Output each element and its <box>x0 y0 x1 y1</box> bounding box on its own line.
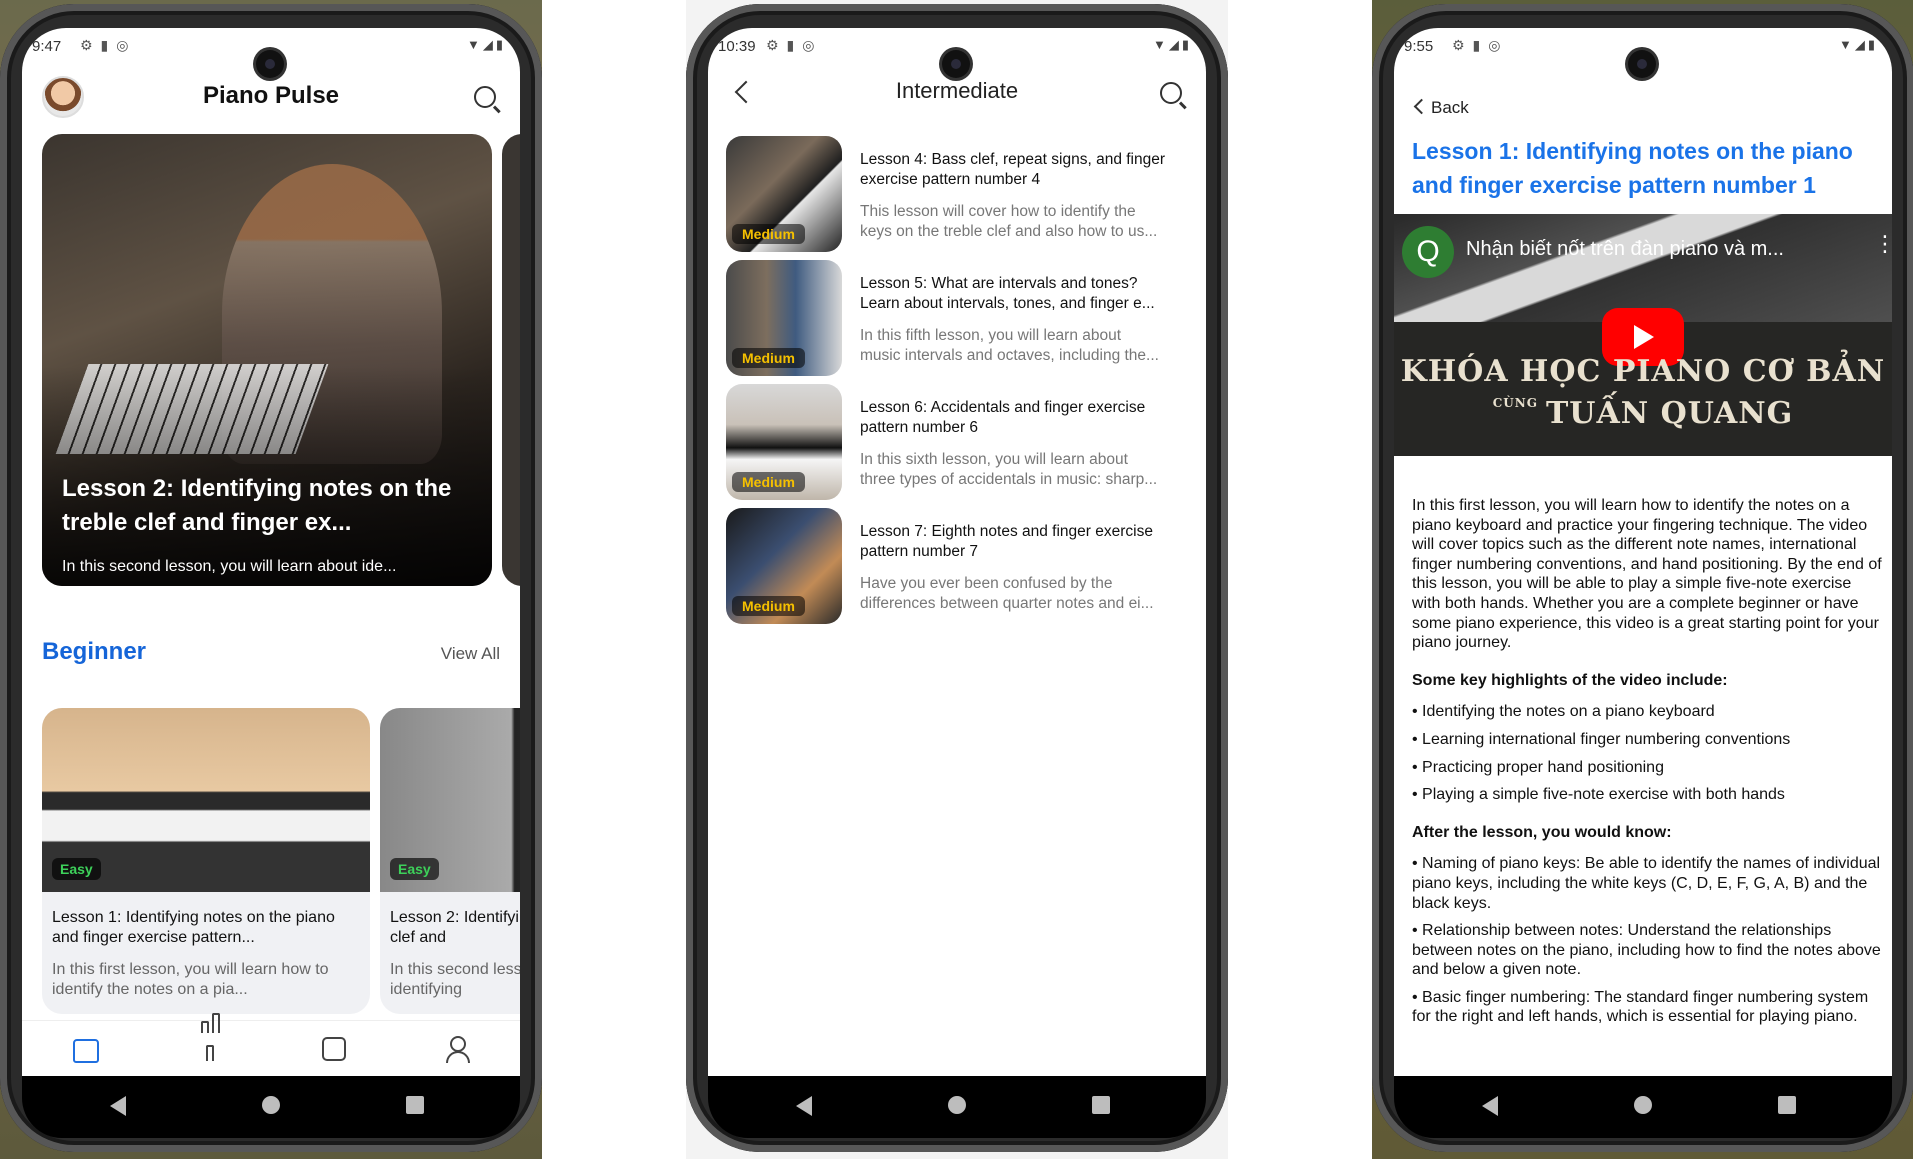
lesson-title: Lesson 7: Eighth notes and finger exerci… <box>860 523 1153 560</box>
lesson-thumbnail: Medium <box>726 260 842 376</box>
tab-progress[interactable] <box>196 1013 224 1063</box>
camera-cutout <box>1628 50 1656 78</box>
lesson-desc: In this sixth lesson, you will learn abo… <box>860 451 1158 488</box>
nav-recents-icon[interactable] <box>406 1096 424 1114</box>
chart-icon <box>199 1005 224 1061</box>
video-title[interactable]: Nhận biết nốt trên đàn piano và m... <box>1466 238 1846 261</box>
video-thumb-heading: KHÓA HỌC PIANO CƠ BẢN <box>1400 354 1886 389</box>
status-time: 10:39 <box>718 38 756 55</box>
tab-home[interactable] <box>72 1035 100 1063</box>
nav-recents-icon[interactable] <box>1778 1096 1796 1114</box>
camera-cutout <box>256 50 284 78</box>
lesson-card[interactable]: Easy Lesson 2: Identifying notes on the … <box>380 708 520 1014</box>
lesson-card-desc: In this first lesson, you will learn how… <box>52 961 329 998</box>
phone-home: 9:47 ⚙▮◎ ▼◢▮ Piano Pulse Lesson 2: Ident… <box>0 4 542 1152</box>
list-item: • Learning international finger numberin… <box>1412 730 1791 748</box>
featured-lesson-desc: In this second lesson, you will learn ab… <box>62 558 397 575</box>
difficulty-badge: Medium <box>732 224 805 244</box>
nav-back-icon[interactable] <box>796 1096 812 1116</box>
android-nav-bar <box>708 1076 1206 1138</box>
home-screen: 9:47 ⚙▮◎ ▼◢▮ Piano Pulse Lesson 2: Ident… <box>22 28 520 1076</box>
section-title-beginner: Beginner <box>42 638 147 665</box>
status-icons: ⚙▮◎ <box>80 37 137 53</box>
featured-lesson-title: Lesson 2: Identifying notes on the trebl… <box>62 475 452 536</box>
difficulty-badge: Medium <box>732 472 805 492</box>
list-item[interactable]: Medium Lesson 5: What are intervals and … <box>726 260 1196 376</box>
difficulty-badge: Medium <box>732 348 805 368</box>
video-thumb-subheading: CÙNG TUẤN QUANG <box>1492 396 1794 431</box>
list-item: • Basic finger numbering: The standard f… <box>1412 988 1869 1026</box>
lesson-desc: Have you ever been confused by the differ… <box>860 575 1154 612</box>
list-item: • Practicing proper hand positioning <box>1412 758 1664 776</box>
signal-icons: ▼◢▮ <box>466 37 506 52</box>
list-item: • Identifying the notes on a piano keybo… <box>1412 703 1715 721</box>
lesson-title: Lesson 4: Bass clef, repeat signs, and f… <box>860 151 1166 188</box>
signal-icons: ▼◢▮ <box>1838 37 1878 52</box>
after-heading: After the lesson, you would know: <box>1412 823 1672 841</box>
signal-icons: ▼◢▮ <box>1152 37 1192 52</box>
intro-paragraph: In this first lesson, you will learn how… <box>1412 497 1882 652</box>
lesson-title: Lesson 5: What are intervals and tones? L… <box>860 275 1155 312</box>
lesson-title: Lesson 1: Identifying notes on the piano… <box>1412 138 1853 198</box>
android-nav-bar <box>1394 1076 1892 1138</box>
back-icon <box>1413 98 1430 115</box>
android-nav-bar <box>22 1076 520 1138</box>
lesson-title: Lesson 6: Accidentals and finger exercis… <box>860 399 1146 436</box>
featured-lesson-card[interactable]: Lesson 2: Identifying notes on the trebl… <box>42 134 492 586</box>
status-time: 9:47 <box>32 38 62 55</box>
page-title: Intermediate <box>895 78 1019 103</box>
nav-back-icon[interactable] <box>1482 1096 1498 1116</box>
lesson-thumbnail: Medium <box>726 508 842 624</box>
list-item: • Naming of piano keys: Be able to ident… <box>1412 855 1881 912</box>
status-icons: ⚙▮◎ <box>1452 37 1509 53</box>
edit-icon <box>322 1037 346 1061</box>
difficulty-badge: Easy <box>52 858 101 880</box>
highlights-heading: Some key highlights of the video include… <box>1412 671 1728 689</box>
list-item[interactable]: Medium Lesson 4: Bass clef, repeat signs… <box>726 136 1196 252</box>
list-item: • Relationship between notes: Understand… <box>1412 922 1881 979</box>
tab-notes[interactable] <box>320 1035 348 1063</box>
difficulty-badge: Easy <box>390 858 439 880</box>
tab-profile[interactable] <box>444 1035 472 1063</box>
phone-intermediate: 10:39 ⚙▮◎ ▼◢▮ Intermediate Medium Lesson… <box>686 4 1228 1152</box>
nav-home-icon[interactable] <box>1634 1096 1652 1114</box>
search-icon[interactable] <box>1160 82 1182 104</box>
lesson-card-desc: In this second lesson, you will learn ab… <box>390 961 520 998</box>
user-icon <box>450 1036 466 1052</box>
nav-recents-icon[interactable] <box>1092 1096 1110 1114</box>
list-item: • Playing a simple five-note exercise wi… <box>1412 786 1785 804</box>
difficulty-badge: Medium <box>732 596 805 616</box>
list-item[interactable]: Medium Lesson 6: Accidentals and finger … <box>726 384 1196 500</box>
camera-cutout <box>942 50 970 78</box>
lesson-thumbnail: Medium <box>726 384 842 500</box>
phone-lesson-detail: 9:55 ⚙▮◎ ▼◢▮ Back Lesson 1: Identifying … <box>1372 4 1913 1152</box>
next-featured-card[interactable] <box>502 134 520 586</box>
bottom-tab-bar <box>22 1013 520 1076</box>
app-title: Piano Pulse <box>202 82 340 109</box>
intermediate-screen: 10:39 ⚙▮◎ ▼◢▮ Intermediate Medium Lesson… <box>708 28 1206 1076</box>
nav-home-icon[interactable] <box>262 1096 280 1114</box>
lesson-desc: This lesson will cover how to identify t… <box>860 203 1158 240</box>
home-icon <box>73 1039 99 1063</box>
list-item[interactable]: Medium Lesson 7: Eighth notes and finger… <box>726 508 1196 624</box>
status-time: 9:55 <box>1404 38 1434 55</box>
status-icons: ⚙▮◎ <box>766 37 823 53</box>
view-all-link[interactable]: View All <box>441 644 500 664</box>
back-label: Back <box>1431 98 1469 117</box>
search-icon[interactable] <box>474 86 496 108</box>
lesson-desc: In this fifth lesson, you will learn abo… <box>860 327 1159 364</box>
more-options-icon[interactable]: ⋮ <box>1874 233 1892 255</box>
nav-home-icon[interactable] <box>948 1096 966 1114</box>
back-button[interactable]: Back <box>1412 98 1469 118</box>
video-player[interactable]: Q Nhận biết nốt trên đàn piano và m... ⋮… <box>1394 214 1892 456</box>
lesson-detail-screen: 9:55 ⚙▮◎ ▼◢▮ Back Lesson 1: Identifying … <box>1394 28 1892 1076</box>
lesson-card[interactable]: Easy Lesson 1: Identifying notes on the … <box>42 708 370 1014</box>
lesson-card-title: Lesson 1: Identifying notes on the piano… <box>52 909 335 946</box>
lesson-description: In this first lesson, you will learn how… <box>1412 496 1882 1035</box>
lesson-card-title: Lesson 2: Identifying notes on the trebl… <box>390 909 520 946</box>
channel-avatar[interactable]: Q <box>1402 226 1454 278</box>
lesson-thumbnail: Medium <box>726 136 842 252</box>
nav-back-icon[interactable] <box>110 1096 126 1116</box>
